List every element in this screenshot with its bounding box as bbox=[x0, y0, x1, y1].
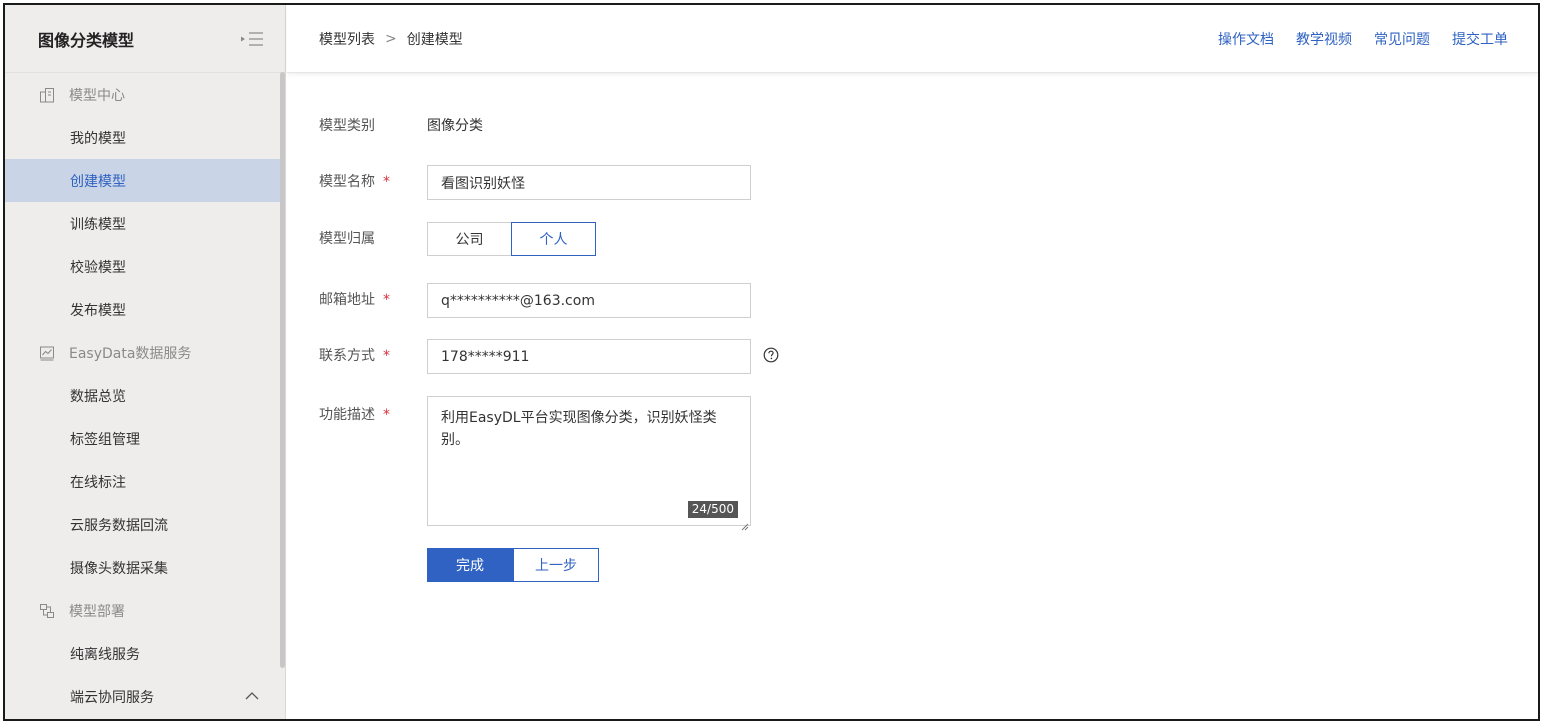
sidebar-header: 图像分类模型 bbox=[5, 5, 285, 73]
finish-button[interactable]: 完成 bbox=[427, 548, 513, 582]
desc-label-text: 功能描述 bbox=[319, 407, 375, 423]
chart-icon bbox=[39, 345, 55, 361]
required-mark: * bbox=[383, 348, 390, 364]
sidebar-title: 图像分类模型 bbox=[38, 30, 135, 50]
sidebar-group-deployment: 模型部署 bbox=[5, 589, 285, 632]
email-label: 邮箱地址 * bbox=[319, 290, 427, 310]
create-model-form: 模型类别 图像分类 模型名称 * 看图识别妖怪 模型归属 公司 个人 邮箱地址 * … bbox=[287, 74, 1538, 719]
collapse-sidebar-icon[interactable] bbox=[239, 29, 265, 49]
building-icon bbox=[39, 87, 55, 103]
contact-input[interactable]: 178*****911 bbox=[427, 339, 751, 374]
desc-label: 功能描述 * bbox=[319, 405, 427, 425]
row-description: 功能描述 * 利用EasyDL平台实现图像分类，识别妖怪类别。 24/500 bbox=[319, 396, 751, 531]
sidebar-item-data-overview[interactable]: 数据总览 bbox=[5, 374, 285, 417]
category-value: 图像分类 bbox=[427, 118, 483, 134]
sidebar-item-label: 端云协同服务 bbox=[70, 689, 154, 706]
sidebar-group-label: 模型部署 bbox=[69, 603, 125, 620]
name-label: 模型名称 * bbox=[319, 172, 427, 192]
sidebar: 图像分类模型 模型中心 我的模型 创建模型 训练模型 校验模型 发布模型 Eas… bbox=[5, 5, 286, 719]
tutorial-video-link[interactable]: 教学视频 bbox=[1296, 29, 1352, 49]
row-contact: 联系方式 * 178*****911 bbox=[319, 339, 779, 374]
sidebar-item-create-model[interactable]: 创建模型 bbox=[5, 159, 285, 202]
sidebar-group-model-center: 模型中心 bbox=[5, 73, 285, 116]
contact-label-text: 联系方式 bbox=[319, 348, 375, 364]
row-model-name: 模型名称 * 看图识别妖怪 bbox=[319, 165, 751, 200]
top-bar: 模型列表 > 创建模型 操作文档 教学视频 常见问题 提交工单 bbox=[287, 5, 1538, 73]
sidebar-group-label: 模型中心 bbox=[69, 87, 125, 104]
sidebar-group-label: EasyData数据服务 bbox=[69, 345, 192, 362]
owner-option-personal[interactable]: 个人 bbox=[511, 222, 596, 256]
row-model-owner: 模型归属 公司 个人 bbox=[319, 222, 596, 256]
breadcrumb: 模型列表 > 创建模型 bbox=[319, 29, 463, 49]
sidebar-item-train-model[interactable]: 训练模型 bbox=[5, 202, 285, 245]
owner-option-company[interactable]: 公司 bbox=[427, 222, 512, 256]
row-model-category: 模型类别 图像分类 bbox=[319, 116, 483, 136]
sidebar-nav: 模型中心 我的模型 创建模型 训练模型 校验模型 发布模型 EasyData数据… bbox=[5, 73, 285, 718]
owner-toggle: 公司 个人 bbox=[427, 222, 596, 256]
row-email: 邮箱地址 * q**********@163.com bbox=[319, 283, 751, 318]
name-label-text: 模型名称 bbox=[319, 174, 375, 190]
docs-link[interactable]: 操作文档 bbox=[1218, 29, 1274, 49]
required-mark: * bbox=[383, 292, 390, 308]
faq-link[interactable]: 常见问题 bbox=[1374, 29, 1430, 49]
help-icon[interactable] bbox=[763, 347, 779, 363]
sidebar-item-online-labeling[interactable]: 在线标注 bbox=[5, 460, 285, 503]
header-links: 操作文档 教学视频 常见问题 提交工单 bbox=[1218, 5, 1508, 73]
sidebar-scrollbar[interactable] bbox=[280, 72, 285, 668]
sidebar-item-camera-collection[interactable]: 摄像头数据采集 bbox=[5, 546, 285, 589]
description-textarea[interactable]: 利用EasyDL平台实现图像分类，识别妖怪类别。 24/500 bbox=[427, 396, 751, 531]
owner-label: 模型归属 bbox=[319, 231, 375, 247]
breadcrumb-separator: > bbox=[385, 30, 397, 47]
required-mark: * bbox=[383, 174, 390, 190]
char-counter: 24/500 bbox=[687, 501, 738, 518]
required-mark: * bbox=[383, 407, 390, 423]
chevron-up-icon[interactable] bbox=[245, 689, 259, 705]
action-buttons: 完成 上一步 bbox=[427, 548, 599, 582]
sidebar-item-validate-model[interactable]: 校验模型 bbox=[5, 245, 285, 288]
row-actions: 完成 上一步 bbox=[319, 548, 599, 582]
sidebar-item-my-models[interactable]: 我的模型 bbox=[5, 116, 285, 159]
sidebar-item-offline-service[interactable]: 纯离线服务 bbox=[5, 632, 285, 675]
breadcrumb-model-list[interactable]: 模型列表 bbox=[319, 29, 375, 49]
breadcrumb-create-model: 创建模型 bbox=[406, 31, 463, 48]
sidebar-item-publish-model[interactable]: 发布模型 bbox=[5, 288, 285, 331]
sidebar-group-easydata: EasyData数据服务 bbox=[5, 331, 285, 374]
email-input[interactable]: q**********@163.com bbox=[427, 283, 751, 318]
category-label: 模型类别 bbox=[319, 118, 375, 134]
previous-step-button[interactable]: 上一步 bbox=[513, 548, 599, 582]
sidebar-item-edge-cloud-service[interactable]: 端云协同服务 bbox=[5, 675, 285, 718]
app-frame: 图像分类模型 模型中心 我的模型 创建模型 训练模型 校验模型 发布模型 Eas… bbox=[3, 3, 1540, 721]
submit-ticket-link[interactable]: 提交工单 bbox=[1452, 29, 1508, 49]
resize-grip-icon[interactable] bbox=[741, 516, 749, 531]
model-name-input[interactable]: 看图识别妖怪 bbox=[427, 165, 751, 200]
email-label-text: 邮箱地址 bbox=[319, 292, 375, 308]
sidebar-item-cloud-data-backflow[interactable]: 云服务数据回流 bbox=[5, 503, 285, 546]
description-text: 利用EasyDL平台实现图像分类，识别妖怪类别。 bbox=[441, 410, 717, 448]
deploy-icon bbox=[39, 603, 55, 619]
sidebar-item-label-groups[interactable]: 标签组管理 bbox=[5, 417, 285, 460]
contact-label: 联系方式 * bbox=[319, 346, 427, 366]
